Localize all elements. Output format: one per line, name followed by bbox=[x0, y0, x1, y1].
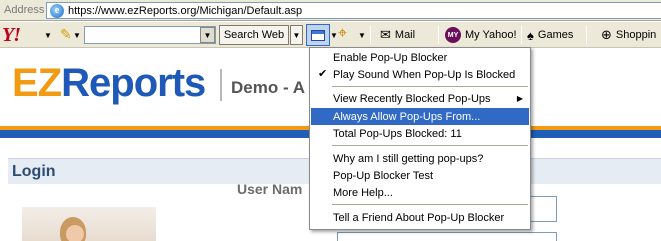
shopping-button[interactable]: ⊕ Shoppin bbox=[601, 25, 656, 45]
games-label: Games bbox=[537, 29, 574, 41]
toolbar-separator bbox=[586, 26, 587, 44]
address-bar: Address e https://www.ezReports.org/Mich… bbox=[0, 0, 661, 21]
envelope-icon: ✉ bbox=[380, 27, 391, 42]
toolbar-separator bbox=[438, 26, 439, 44]
menu-item-total-blocked[interactable]: Total Pop-Ups Blocked: 11 bbox=[311, 125, 529, 142]
menu-item-play-sound[interactable]: ✔ Play Sound When Pop-Up Is Blocked bbox=[311, 66, 529, 83]
menu-separator bbox=[332, 204, 528, 205]
my-yahoo-label: My Yahoo! bbox=[465, 29, 517, 41]
menu-item-label: Pop-Up Blocker Test bbox=[333, 169, 434, 182]
menu-item-label: Tell a Friend About Pop-Up Blocker bbox=[333, 211, 505, 224]
search-options-caret-icon[interactable]: ▼ bbox=[290, 25, 303, 45]
menu-item-label: Total Pop-Ups Blocked: 11 bbox=[333, 127, 462, 140]
menu-item-blocker-test[interactable]: Pop-Up Blocker Test bbox=[311, 167, 529, 184]
popup-blocker-caret-icon[interactable]: ▼ bbox=[330, 31, 338, 40]
menu-item-enable-blocker[interactable]: Enable Pop-Up Blocker bbox=[311, 49, 529, 66]
menu-item-view-blocked[interactable]: View Recently Blocked Pop-Ups ▶ bbox=[311, 90, 529, 107]
address-label: Address bbox=[4, 4, 45, 16]
toolbar-separator bbox=[370, 26, 371, 44]
popup-blocker-menu: Enable Pop-Up Blocker ✔ Play Sound When … bbox=[309, 47, 531, 230]
mail-button[interactable]: ✉ Mail bbox=[380, 25, 415, 45]
popup-blocker-button[interactable] bbox=[306, 24, 330, 46]
menu-separator bbox=[332, 86, 528, 87]
my-yahoo-button[interactable]: MY My Yahoo! bbox=[445, 25, 517, 45]
user-name-label: User Nam bbox=[237, 181, 303, 197]
url-text[interactable]: https://www.ezReports.org/Michigan/Defau… bbox=[68, 5, 302, 17]
target-caret-icon[interactable]: ▼ bbox=[358, 31, 366, 40]
login-title: Login bbox=[12, 163, 56, 180]
toolbar-search-input[interactable] bbox=[84, 26, 216, 44]
menu-item-more-help[interactable]: More Help... bbox=[311, 184, 529, 201]
yahoo-menu-caret-icon[interactable]: ▼ bbox=[44, 31, 52, 40]
logo-reports-text: Reports bbox=[61, 61, 206, 105]
password-input[interactable] bbox=[337, 232, 557, 241]
shopping-label: Shoppin bbox=[615, 29, 657, 41]
menu-separator bbox=[332, 145, 528, 146]
pencil-icon[interactable]: ✎ bbox=[60, 26, 72, 43]
menu-item-label: Play Sound When Pop-Up Is Blocked bbox=[333, 68, 516, 81]
menu-item-tell-friend[interactable]: Tell a Friend About Pop-Up Blocker bbox=[311, 209, 529, 226]
games-icon: ♠ bbox=[527, 27, 534, 43]
my-yahoo-icon: MY bbox=[445, 27, 461, 43]
mail-label: Mail bbox=[394, 29, 416, 41]
search-web-button[interactable]: Search Web bbox=[219, 25, 289, 45]
pencil-caret-icon[interactable]: ▼ bbox=[73, 31, 81, 40]
popup-window-icon bbox=[311, 29, 325, 41]
games-button[interactable]: ♠ Games bbox=[527, 25, 573, 45]
ie-page-icon: e bbox=[50, 3, 64, 18]
shopping-bag-icon: ⊕ bbox=[601, 27, 612, 42]
ezreports-logo[interactable]: EZReports bbox=[12, 61, 206, 106]
yahoo-toolbar: Y! ▼ ✎ ▼ ▼ Search Web ▼ ▼ ⌖ ▼ ✉ Mail MY … bbox=[0, 22, 661, 48]
demo-title: Demo - A bbox=[231, 78, 305, 97]
menu-item-label: Enable Pop-Up Blocker bbox=[333, 51, 448, 64]
search-history-dropdown-icon[interactable]: ▼ bbox=[200, 27, 215, 43]
menu-item-label: Always Allow Pop-Ups From... bbox=[333, 110, 481, 123]
submenu-arrow-icon: ▶ bbox=[516, 94, 523, 103]
checkmark-icon: ✔ bbox=[318, 68, 328, 80]
logo-ez-text: EZ bbox=[12, 61, 62, 105]
menu-item-label: More Help... bbox=[333, 186, 393, 199]
menu-item-label: View Recently Blocked Pop-Ups bbox=[333, 92, 491, 105]
menu-item-why-popups[interactable]: Why am I still getting pop-ups? bbox=[311, 150, 529, 167]
user-photo bbox=[22, 207, 156, 241]
target-icon[interactable]: ⌖ bbox=[338, 26, 347, 42]
menu-item-label: Why am I still getting pop-ups? bbox=[333, 152, 484, 165]
yahoo-logo[interactable]: Y! bbox=[2, 24, 21, 47]
menu-item-always-allow[interactable]: Always Allow Pop-Ups From... bbox=[311, 108, 529, 125]
photo-face bbox=[66, 225, 84, 241]
logo-divider bbox=[220, 69, 222, 101]
toolbar-separator bbox=[521, 26, 522, 44]
address-field[interactable]: e https://www.ezReports.org/Michigan/Def… bbox=[46, 2, 661, 19]
